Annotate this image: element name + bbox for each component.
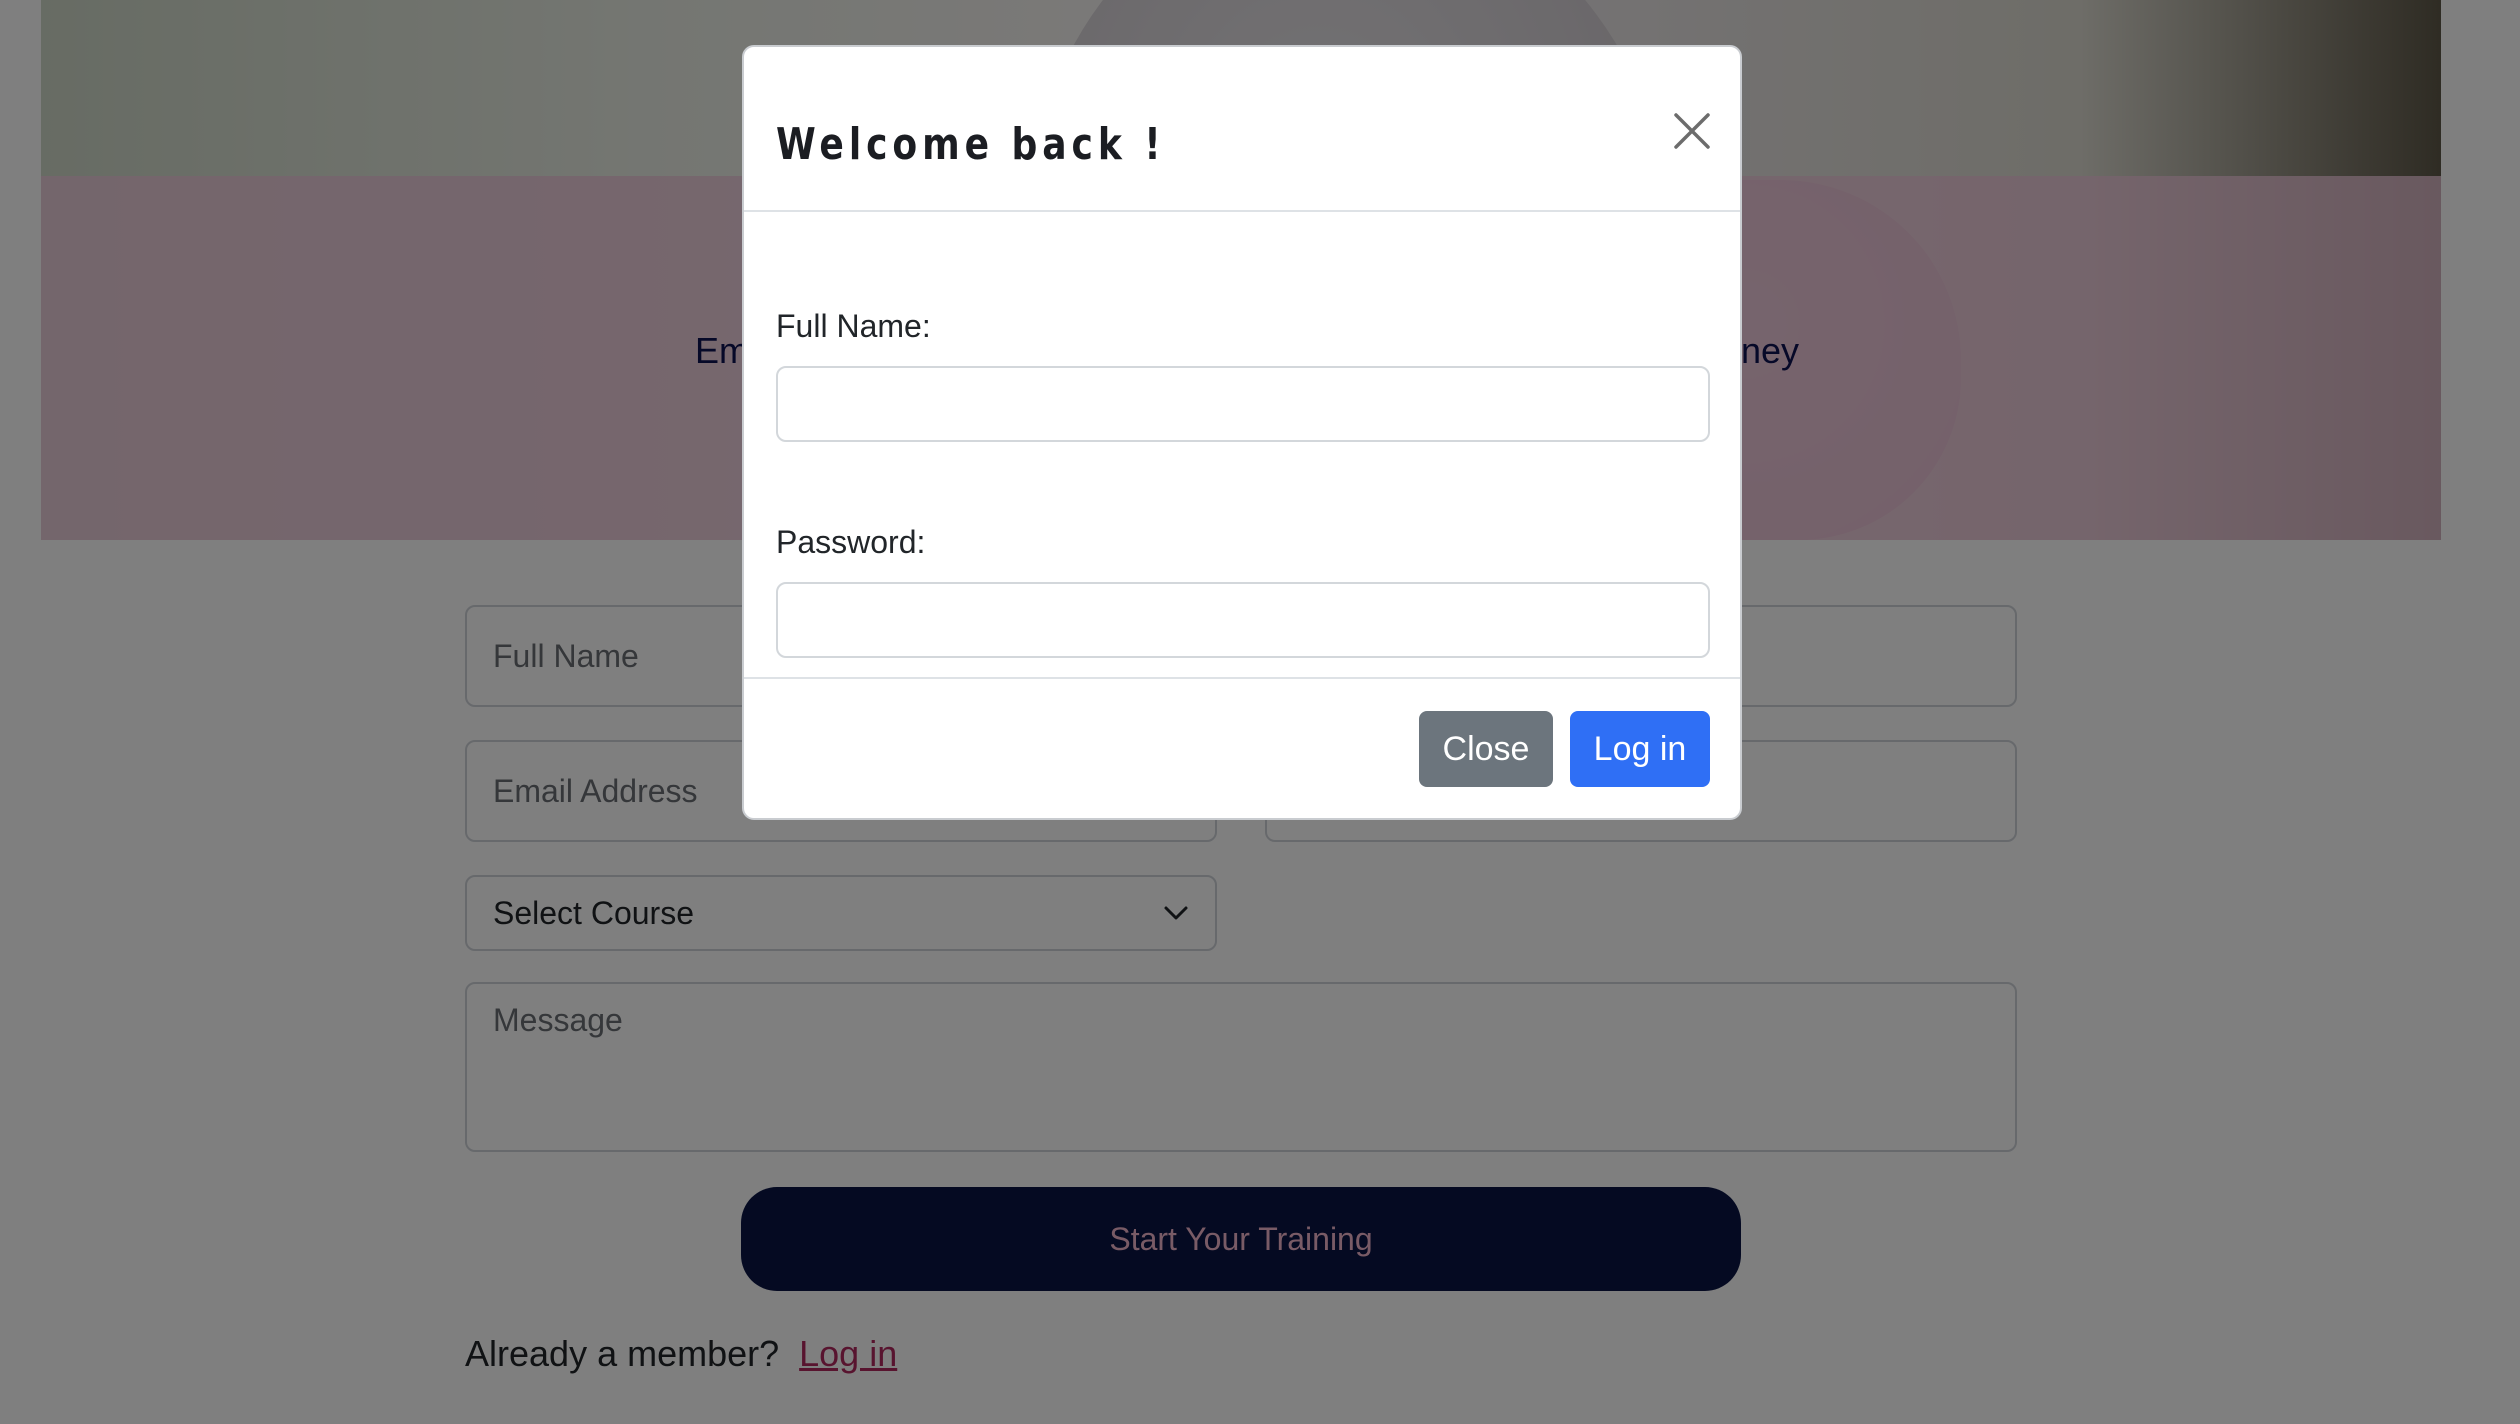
close-button[interactable]: Close [1419,711,1553,787]
password-label: Password: [776,524,926,560]
login-button[interactable]: Log in [1570,711,1710,787]
close-icon[interactable] [1668,107,1716,155]
modal-password-input[interactable] [776,582,1710,658]
modal-footer: Close Log in [744,677,1740,820]
modal-header: Welcome back ! [744,47,1740,212]
modal-title: Welcome back ! [776,119,1166,170]
full-name-label: Full Name: [776,308,931,344]
login-modal: Welcome back ! Full Name: Password: Clos… [742,45,1742,820]
modal-full-name-input[interactable] [776,366,1710,442]
